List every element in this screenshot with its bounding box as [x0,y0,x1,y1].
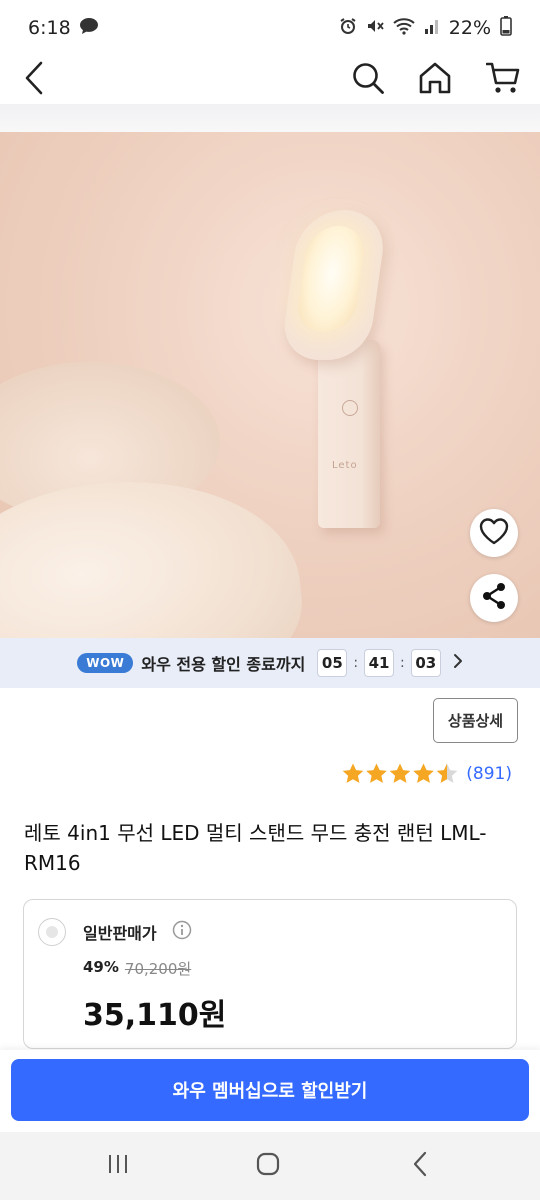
battery-text: 22% [448,17,491,39]
home-nav-button[interactable] [248,1150,288,1182]
time-separator: : [400,655,405,671]
sale-price: 35,110원 [83,998,227,1033]
signal-icon [424,17,440,40]
wow-countdown-bar[interactable]: WOW 와우 전용 할인 종료까지 05 : 41 : 03 [0,638,540,688]
search-button[interactable] [346,56,390,104]
original-price: 70,200원 [124,960,192,978]
lamp-body [318,340,380,528]
home-button[interactable] [413,56,457,104]
alarm-icon [339,17,357,40]
lamp-switch [342,400,358,416]
share-icon [481,582,507,614]
share-button[interactable] [470,574,518,622]
price-option-card[interactable]: 일반판매가 49% 70,200원 35,110원 [23,899,517,1049]
time-separator: : [353,655,359,671]
price-option-label: 일반판매가 [83,924,157,943]
wow-membership-discount-button[interactable]: 와우 멤버십으로 할인받기 [11,1059,529,1121]
home-icon [418,61,452,99]
star-rating-icons [342,763,458,783]
recent-apps-button[interactable] [98,1150,138,1182]
lamp-illustration: Leto [279,210,389,528]
countdown-minutes: 41 [364,649,395,677]
wishlist-button[interactable] [470,509,518,557]
wow-badge: WOW [77,653,134,673]
lamp-logo: Leto [332,460,358,471]
chevron-right-icon [453,653,463,673]
app-header [0,56,540,104]
product-detail-button[interactable]: 상품상세 [433,698,518,743]
price-option-radio[interactable] [38,918,66,946]
product-image-carousel[interactable]: Leto [0,132,540,638]
star-icon [389,763,411,783]
discount-row: 49% 70,200원 [83,958,191,979]
status-bar: 6:18 22% [0,0,540,56]
half-star-icon [436,763,458,783]
cta-container: 와우 멤버십으로 할인받기 [0,1050,540,1132]
info-icon[interactable] [172,920,192,944]
wow-countdown-label: 와우 전용 할인 종료까지 [141,655,306,674]
chat-bubble-icon [79,17,99,40]
status-time: 6:18 [28,17,71,39]
cart-button[interactable] [481,56,525,104]
mute-icon [366,17,384,40]
system-nav-bar [0,1132,540,1200]
star-icon [413,763,435,783]
review-count[interactable]: (891) [466,764,512,784]
search-icon [351,61,385,99]
back-button[interactable] [14,56,54,104]
star-icon [366,763,388,783]
countdown-hours: 05 [317,649,348,677]
header-divider [0,104,540,132]
recent-apps-icon [106,1153,130,1179]
back-nav-button[interactable] [400,1150,440,1182]
wifi-icon [393,17,415,40]
product-title: 레토 4in1 무선 LED 멀티 스탠드 무드 충전 랜턴 LML-RM16 [24,821,487,875]
back-icon [24,61,44,99]
star-icon [342,763,364,783]
heart-icon [479,517,509,549]
cart-icon [485,61,520,99]
home-nav-icon [256,1152,280,1180]
battery-icon [500,15,512,41]
countdown-seconds: 03 [410,649,441,677]
product-rating[interactable]: (891) [341,762,512,786]
back-nav-icon [412,1151,428,1181]
discount-rate: 49% [83,958,119,976]
